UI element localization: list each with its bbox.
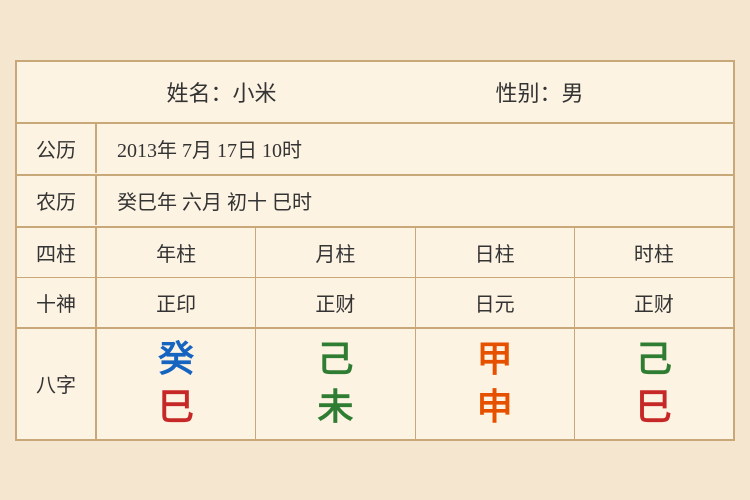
sizu-row: 四柱 年柱 月柱 日柱 时柱	[17, 228, 733, 278]
shishen-row: 十神 正印 正财 日元 正财	[17, 278, 733, 327]
shishen-label: 十神	[17, 278, 97, 327]
bazi-year-top: 癸	[158, 338, 194, 381]
sizu-section: 四柱 年柱 月柱 日柱 时柱 十神 正印 正财 日元 正财	[17, 228, 733, 329]
sizu-label: 四柱	[17, 228, 97, 277]
name-label: 姓名：小米	[166, 76, 276, 108]
main-container: 姓名：小米 性别：男 公历 2013年 7月 17日 10时 农历 癸巳年 六月…	[15, 60, 735, 441]
lunar-label: 农历	[17, 176, 97, 225]
bazi-label: 八字	[17, 329, 97, 439]
sizu-hour: 时柱	[575, 228, 733, 277]
solar-content: 2013年 7月 17日 10时	[97, 124, 733, 173]
bazi-month-bottom: 未	[317, 386, 353, 429]
shishen-day: 日元	[416, 278, 575, 327]
lunar-row: 农历 癸巳年 六月 初十 巳时	[17, 176, 733, 228]
bazi-hour-bottom: 巳	[636, 386, 672, 429]
sizu-day: 日柱	[416, 228, 575, 277]
shishen-hour: 正财	[575, 278, 733, 327]
bazi-hour-top: 己	[636, 338, 672, 381]
bazi-day-top: 甲	[477, 338, 513, 381]
bazi-month-cell: 己 未	[256, 329, 415, 439]
bazi-month-top: 己	[317, 338, 353, 381]
solar-row: 公历 2013年 7月 17日 10时	[17, 124, 733, 176]
lunar-content: 癸巳年 六月 初十 巳时	[97, 176, 733, 225]
bazi-hour-cell: 己 巳	[575, 329, 733, 439]
sizu-month: 月柱	[256, 228, 415, 277]
solar-label: 公历	[17, 124, 97, 173]
shishen-month: 正财	[256, 278, 415, 327]
bazi-year-bottom: 巳	[158, 386, 194, 429]
bazi-year-cell: 癸 巳	[97, 329, 256, 439]
bazi-row: 八字 癸 巳 己 未 甲 申 己 巳	[17, 329, 733, 439]
sizu-year: 年柱	[97, 228, 256, 277]
gender-label: 性别：男	[495, 76, 583, 108]
bazi-day-cell: 甲 申	[416, 329, 575, 439]
header-row: 姓名：小米 性别：男	[17, 62, 733, 124]
bazi-day-bottom: 申	[477, 386, 513, 429]
shishen-year: 正印	[97, 278, 256, 327]
